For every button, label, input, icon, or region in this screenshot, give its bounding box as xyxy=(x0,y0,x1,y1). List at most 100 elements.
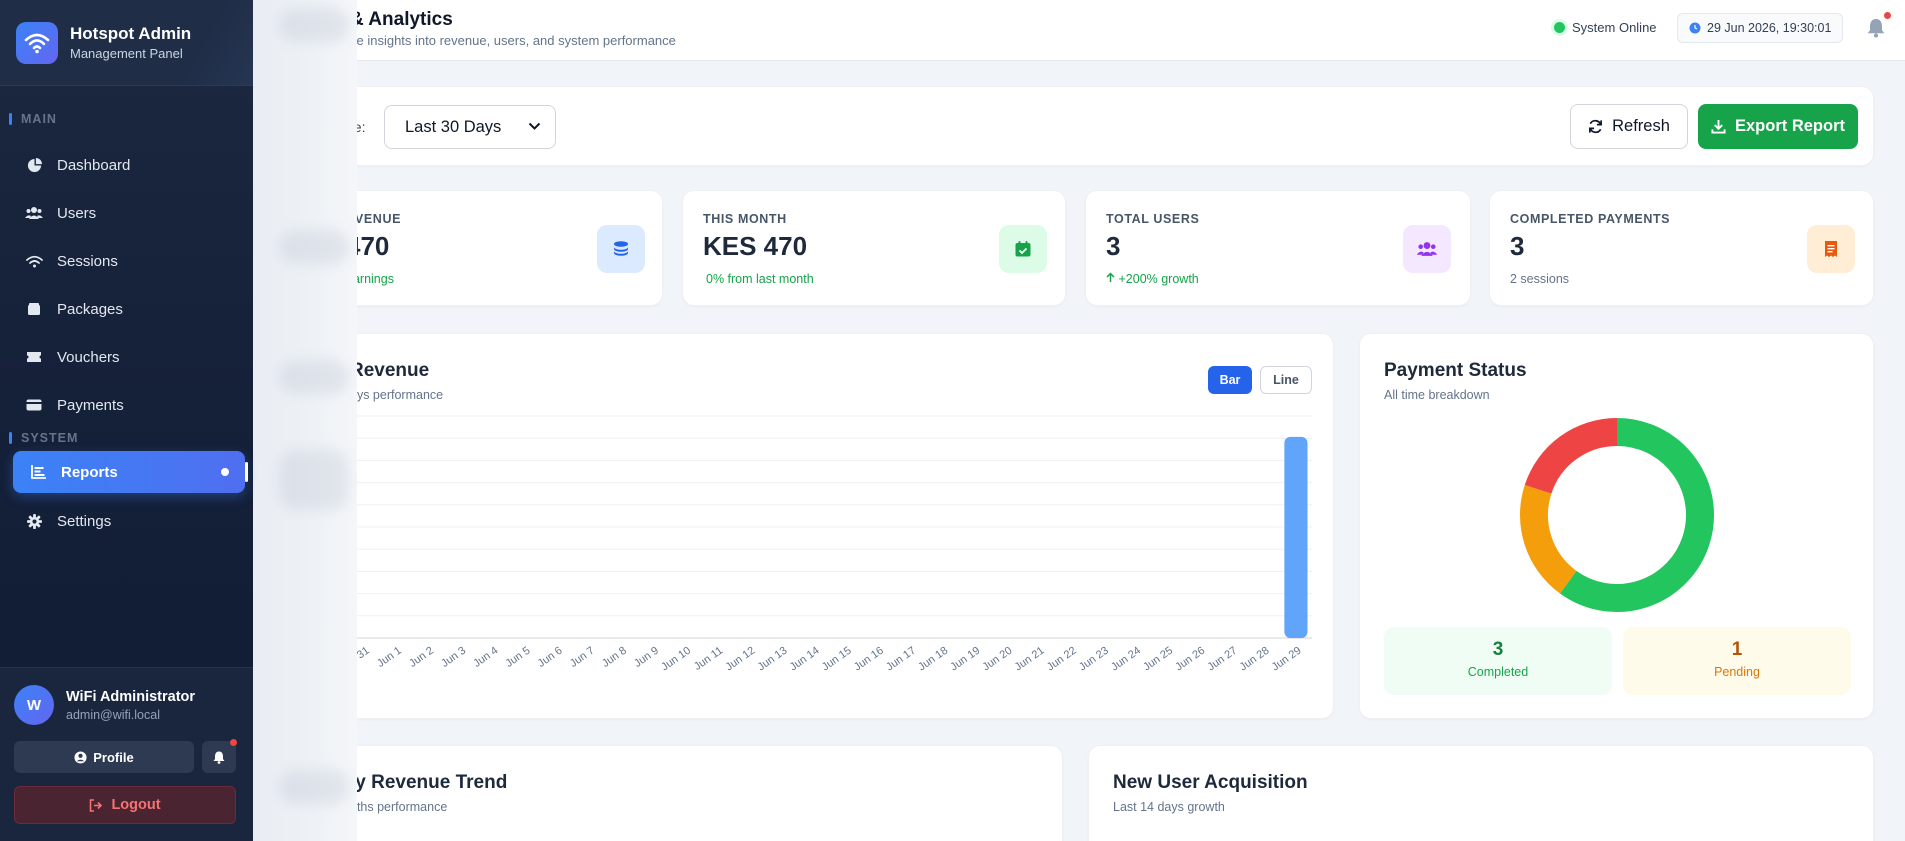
notification-badge xyxy=(1884,12,1891,19)
x-tick-label: Jun 7 xyxy=(568,645,597,670)
completed-summary: 3 Completed xyxy=(1384,627,1612,695)
download-icon xyxy=(1711,119,1726,134)
x-tick-label: Jun 25 xyxy=(1141,645,1175,674)
user-circle-icon xyxy=(74,750,87,764)
donut-slice-completed[interactable] xyxy=(1560,418,1714,612)
clock-icon xyxy=(1689,22,1701,34)
pending-summary: 1 Pending xyxy=(1623,627,1851,695)
payment-status-card: Payment Status All time breakdown 3 Comp… xyxy=(1359,333,1874,719)
x-tick-label: Jun 14 xyxy=(788,645,822,674)
x-tick-label: Jun 6 xyxy=(536,645,565,670)
x-tick-label: Jun 5 xyxy=(504,645,533,670)
users-icon xyxy=(1403,225,1451,273)
user-panel: W WiFi Administrator admin@wifi.local Pr… xyxy=(0,667,253,841)
x-tick-label: Jun 24 xyxy=(1109,645,1143,674)
avatar[interactable]: W xyxy=(14,685,54,725)
payment-status-donut xyxy=(1520,418,1714,612)
revenue-bar-chart: ay 31 Jun 1 Jun 2 Jun 3 Jun 4 Jun 5 Jun 6 Jun 7… xyxy=(343,415,1312,674)
export-report-button[interactable]: Export Report xyxy=(1698,104,1858,149)
wifi-logo-icon xyxy=(16,21,58,64)
sidebar-notifications-button[interactable] xyxy=(202,739,237,773)
wifi-icon xyxy=(25,252,43,270)
stat-note: 2 sessions xyxy=(1510,272,1570,286)
user-acquisition-card: New User Acquisition Last 14 days growth xyxy=(1088,745,1874,841)
active-indicator-dot xyxy=(221,468,229,476)
datetime-text: 29 Jun 2026, 19:30:01 xyxy=(1707,21,1832,35)
logout-button-label: Logout xyxy=(111,797,161,813)
blurred-element xyxy=(279,770,349,804)
sidebar-item-label: Sessions xyxy=(57,252,118,270)
notifications-button[interactable] xyxy=(1867,12,1891,40)
sidebar-item-users[interactable]: Users xyxy=(13,192,245,234)
bell-icon xyxy=(213,751,225,764)
box-icon xyxy=(25,300,43,318)
x-tick-label: Jun 9 xyxy=(632,645,661,670)
sidebar-item-label: Settings xyxy=(57,512,112,530)
brand[interactable]: Hotspot Admin Management Panel xyxy=(0,0,253,86)
x-tick-label: Jun 12 xyxy=(723,645,757,674)
refresh-button[interactable]: Refresh xyxy=(1570,104,1688,149)
stat-value: 3 xyxy=(1106,231,1121,261)
date-range-select[interactable]: Last 30 Days xyxy=(384,105,556,149)
sidebar: Hotspot Admin Management Panel MAIN Dash… xyxy=(0,0,253,841)
user-acquisition-title: New User Acquisition xyxy=(1113,772,1308,793)
sidebar-item-sessions[interactable]: Sessions xyxy=(13,240,245,282)
blurred-element xyxy=(279,360,349,394)
completed-label: Completed xyxy=(1467,665,1529,679)
filter-bar: ge: Last 30 Days Refresh Export Report xyxy=(253,86,1874,166)
sidebar-item-label: Vouchers xyxy=(57,348,120,366)
revenue-chart-card: Revenue ays performance Bar Line ay 31 Ju… xyxy=(253,333,1334,719)
arrow-up-icon xyxy=(1106,272,1115,282)
x-tick-label: Jun 15 xyxy=(820,645,854,674)
stat-note: +200% growth xyxy=(1106,272,1199,286)
sidebar-item-label: Users xyxy=(57,204,97,222)
x-tick-label: Jun 26 xyxy=(1173,645,1207,674)
revenue-bar[interactable] xyxy=(1284,436,1308,638)
stat-note: 0% from last month xyxy=(706,272,814,286)
status-dot-icon xyxy=(1554,22,1565,33)
pending-count: 1 xyxy=(1731,639,1743,660)
x-tick-label: Jun 4 xyxy=(471,645,500,670)
sidebar-item-label: Dashboard xyxy=(57,156,131,174)
sidebar-item-label: Reports xyxy=(61,463,118,481)
sidebar-item-settings[interactable]: Settings xyxy=(13,500,245,542)
sidebar-item-reports[interactable]: Reports xyxy=(13,451,248,493)
x-tick-label: Jun 28 xyxy=(1238,645,1272,674)
brand-subtitle: Management Panel xyxy=(70,46,183,61)
calendar-check-icon xyxy=(999,225,1047,273)
monthly-revenue-card: ly Revenue Trend nths performance xyxy=(253,745,1063,841)
notification-badge xyxy=(230,739,237,746)
datetime-display: 29 Jun 2026, 19:30:01 xyxy=(1677,13,1844,43)
donut-slice-pending[interactable] xyxy=(1520,485,1577,594)
brand-title: Hotspot Admin xyxy=(70,24,192,43)
sidebar-item-label: Payments xyxy=(57,396,124,414)
sidebar-item-label: Packages xyxy=(57,300,123,318)
stat-value: KES 470 xyxy=(703,231,808,261)
x-tick-label: Jun 18 xyxy=(916,645,950,674)
monthly-revenue-subtitle: nths performance xyxy=(350,800,448,814)
sidebar-item-vouchers[interactable]: Vouchers xyxy=(13,336,245,378)
refresh-icon xyxy=(1589,119,1603,134)
ticket-icon xyxy=(25,348,43,366)
x-tick-label: Jun 20 xyxy=(981,645,1015,674)
top-header: & Analytics ve insights into revenue, us… xyxy=(253,0,1905,61)
user-name: WiFi Administrator xyxy=(66,689,196,705)
pie-chart-icon xyxy=(25,156,43,174)
logout-icon xyxy=(90,798,103,812)
sidebar-item-packages[interactable]: Packages xyxy=(13,288,245,330)
profile-button[interactable]: Profile xyxy=(14,741,194,773)
x-tick-label: Jun 22 xyxy=(1045,645,1079,674)
x-tick-label: Jun 29 xyxy=(1270,645,1304,674)
x-tick-label: Jun 21 xyxy=(1013,645,1047,674)
sidebar-item-dashboard[interactable]: Dashboard xyxy=(13,144,245,186)
completed-count: 3 xyxy=(1492,639,1504,660)
users-icon xyxy=(25,204,43,222)
x-tick-label: Jun 23 xyxy=(1077,645,1111,674)
donut-slice-failed[interactable] xyxy=(1524,418,1618,495)
x-tick-label: Jun 17 xyxy=(884,645,918,674)
stat-label: TOTAL USERS xyxy=(1106,212,1200,226)
stat-card-completed-payments: COMPLETED PAYMENTS 3 2 sessions xyxy=(1489,190,1874,306)
sidebar-item-payments[interactable]: Payments xyxy=(13,384,245,426)
section-label-system: SYSTEM xyxy=(0,431,78,445)
logout-button[interactable]: Logout xyxy=(14,786,236,824)
